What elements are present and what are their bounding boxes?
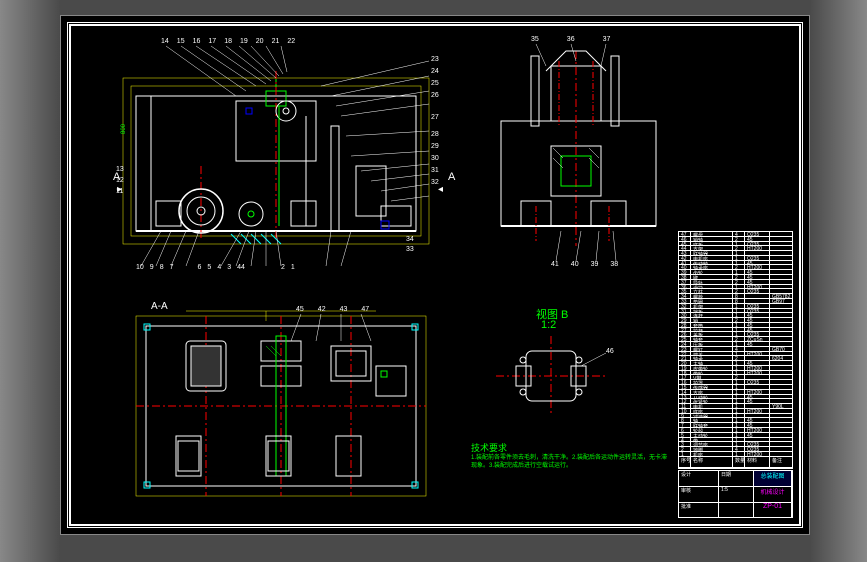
- tb-drawing-name: 总装配图: [754, 471, 792, 486]
- callouts-bottom-right: 34 33: [406, 236, 414, 253]
- callout-6: 6: [198, 264, 202, 271]
- tb-scale: 1:5: [719, 487, 754, 502]
- callout-31: 31: [431, 167, 439, 174]
- callout-26: 26: [431, 92, 439, 99]
- detail-scale: 1:2: [541, 319, 556, 331]
- callout-27: 27: [431, 114, 439, 121]
- callout-23: 23: [431, 56, 439, 63]
- callout-24: 24: [431, 68, 439, 75]
- callout-19: 19: [240, 38, 248, 45]
- section-view-label: A-A: [151, 301, 168, 312]
- bg-gradient-left: [0, 0, 60, 562]
- tb-drawing-no: ZP-01: [754, 503, 792, 518]
- callout-30: 30: [431, 155, 439, 162]
- callout-3: 3: [227, 264, 231, 271]
- dim-height: 800: [121, 124, 127, 134]
- callout-16: 16: [193, 38, 201, 45]
- detail-leader: [581, 351, 611, 371]
- callout-20: 20: [256, 38, 264, 45]
- callouts-bottom-row: 10 9 8 7 6 5 4 3 44 2 1: [136, 264, 295, 271]
- callout-34: 34: [406, 236, 414, 243]
- callout-33: 33: [406, 246, 414, 253]
- drawing-sheet: A ▸ A ◂ 14 15 16 17 18 19 20 21 22: [60, 15, 810, 535]
- callout-8: 8: [160, 264, 164, 271]
- callout-12: 12: [116, 177, 124, 184]
- callout-4: 4: [217, 264, 221, 271]
- tech-notes-body: 1.装配前各零件须去毛刺，清洗干净。2.装配后各运动件运转灵活，无卡滞现象。3.…: [471, 454, 671, 471]
- title-block: 设计 日期 总装配图 审核 1:5 机械设计 批准 ZP-01: [678, 470, 793, 518]
- parts-header: 序号名称数量材料备注: [679, 457, 792, 468]
- view2-top-leaders: [491, 41, 671, 71]
- tb-approved: 批准: [679, 503, 719, 518]
- tech-notes-header: 技术要求: [471, 441, 507, 454]
- callout-17: 17: [208, 38, 216, 45]
- tb-company: 机械设计: [754, 487, 792, 502]
- plan-leaders: [291, 311, 411, 351]
- callout-32: 32: [431, 179, 439, 186]
- tb-date: 日期: [719, 471, 754, 486]
- callout-7: 7: [170, 264, 174, 271]
- callout-15: 15: [177, 38, 185, 45]
- callout-9: 9: [150, 264, 154, 271]
- callout-25: 25: [431, 80, 439, 87]
- parts-list-table: 47螺母4Q23546销轴24545底板1Q23544支架2HT20043联轴器…: [678, 231, 793, 469]
- callout-10: 10: [136, 264, 144, 271]
- callout-44: 44: [237, 264, 245, 271]
- callouts-right-col: 23 24 25 26 27 28 29 30 31 32: [431, 56, 439, 186]
- detail-view: [496, 336, 606, 416]
- callout-18: 18: [224, 38, 232, 45]
- tb-sheet: [719, 503, 754, 518]
- callout-13: 13: [116, 166, 124, 173]
- callout-5: 5: [207, 264, 211, 271]
- tb-designed: 设计: [679, 471, 719, 486]
- callout-21: 21: [272, 38, 280, 45]
- callout-2: 2: [281, 264, 285, 271]
- callout-11: 11: [116, 188, 124, 195]
- callout-1: 1: [291, 264, 295, 271]
- callouts-top-row: 14 15 16 17 18 19 20 21 22: [161, 38, 295, 45]
- callout-14: 14: [161, 38, 169, 45]
- bg-gradient-right: [810, 0, 867, 562]
- view2-bottom-leaders: [491, 226, 671, 266]
- callouts-left-col: 13 12 11: [116, 166, 124, 195]
- callout-22: 22: [287, 38, 295, 45]
- tb-checked: 审核: [679, 487, 719, 502]
- callout-28: 28: [431, 131, 439, 138]
- callout-29: 29: [431, 143, 439, 150]
